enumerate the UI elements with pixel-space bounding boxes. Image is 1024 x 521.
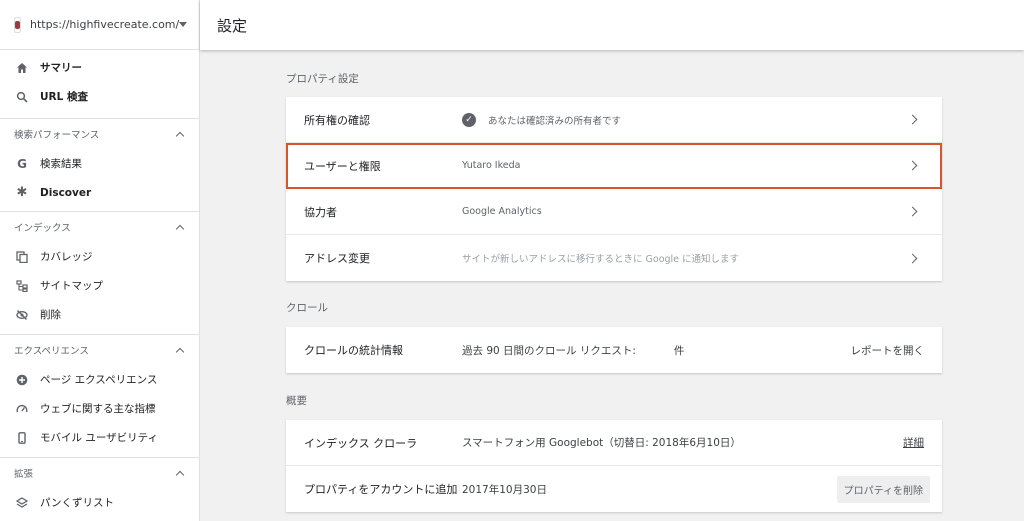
pages-icon [16, 250, 28, 263]
row-change-of-address[interactable]: アドレス変更 サイトが新しいアドレスに移行するときに Google に通知します [286, 235, 942, 281]
sidebar-item-label: ページ エクスペリエンス [40, 374, 158, 386]
row-value: Yutaro Ikeda [462, 160, 521, 171]
row-label: プロパティをアカウントに追加 [304, 483, 458, 496]
row-label: 協力者 [304, 205, 337, 219]
chevron-right-icon[interactable] [907, 160, 918, 171]
overview-card: インデックス クローラ スマートフォン用 Googlebot（切替日: 2018… [286, 420, 942, 512]
sidebar-item-label: URL 検査 [40, 91, 88, 103]
section-search-performance[interactable]: 検索パフォーマンス [0, 119, 199, 149]
remove-property-button[interactable]: プロパティを削除 [836, 475, 930, 503]
section-experience[interactable]: エクスペリエンス [0, 335, 199, 365]
row-label: 所有権の確認 [304, 113, 370, 127]
smartphone-icon [16, 431, 28, 444]
site-favicon-icon [14, 16, 21, 33]
row-label: クロールの統計情報 [304, 344, 403, 357]
row-value: スマートフォン用 Googlebot（切替日: 2018年6月10日） [462, 437, 741, 449]
sidebar-item-page-experience[interactable]: ページ エクスペリエンス [0, 365, 199, 394]
chevron-up-icon [175, 470, 185, 479]
sidebar-item-removals[interactable]: 削除 [0, 300, 199, 329]
section-title-overview: 概要 [286, 395, 307, 407]
crawl-requests-label: 過去 90 日間のクロール リクエスト: [462, 344, 636, 357]
row-value: ✓ あなたは確認済みの所有者です [462, 112, 909, 127]
sidebar-item-label: 削除 [40, 309, 61, 321]
sidebar-item-label: サイトマップ [40, 280, 103, 292]
sidebar-item-url-inspection[interactable]: URL 検査 [0, 82, 199, 111]
sidebar-item-label: Discover [40, 186, 92, 199]
row-associations[interactable]: 協力者 Google Analytics [286, 189, 942, 235]
eye-off-icon [16, 309, 28, 321]
row-value: Google Analytics [462, 206, 542, 217]
row-label: インデックス クローラ [304, 436, 418, 450]
row-value: 2017年10月30日 [462, 483, 547, 496]
check-circle-icon: ✓ [462, 112, 476, 127]
sidebar-item-summary[interactable]: サマリー [0, 53, 199, 82]
sidebar-item-label: 検索結果 [40, 158, 82, 170]
chevron-up-icon [175, 131, 185, 140]
home-icon [16, 62, 28, 74]
ownership-status: あなたは確認済みの所有者です [488, 115, 622, 127]
row-users-permissions[interactable]: ユーザーと権限 Yutaro Ikeda [286, 143, 942, 189]
layers-icon [16, 496, 28, 509]
property-url: https://highfivecreate.com/ [30, 18, 180, 31]
chevron-up-icon [175, 347, 185, 356]
row-ownership-verification[interactable]: 所有権の確認 ✓ あなたは確認済みの所有者です [286, 97, 942, 143]
section-title-crawl: クロール [286, 302, 328, 314]
row-value: サイトが新しいアドレスに移行するときに Google に通知します [462, 254, 740, 265]
asterisk-icon: ✱ [16, 185, 28, 200]
sidebar-item-discover[interactable]: ✱ Discover [0, 178, 199, 207]
row-index-crawler: インデックス クローラ スマートフォン用 Googlebot（切替日: 2018… [286, 420, 942, 466]
chevron-right-icon[interactable] [907, 206, 918, 217]
sidebar-item-search-results[interactable]: G 検索結果 [0, 149, 199, 178]
speedometer-icon [16, 403, 28, 415]
section-title-property-settings: プロパティ設定 [286, 73, 359, 85]
crawl-card: クロールの統計情報 過去 90 日間のクロール リクエスト: 件 レポートを開く [286, 327, 942, 373]
section-enhancements[interactable]: 拡張 [0, 458, 199, 488]
main-content: プロパティ設定 所有権の確認 ✓ あなたは確認済みの所有者です ユーザーと権限 … [200, 50, 1024, 521]
google-icon: G [17, 156, 27, 171]
row-label: アドレス変更 [304, 252, 370, 265]
crawl-requests-unit: 件 [673, 344, 685, 357]
property-settings-card: 所有権の確認 ✓ あなたは確認済みの所有者です ユーザーと権限 Yutaro I… [286, 97, 942, 281]
sitemap-icon [16, 279, 28, 292]
plus-circle-icon [16, 374, 28, 386]
open-report-button[interactable]: レポートを開く [851, 343, 925, 358]
sidebar: https://highfivecreate.com/ サマリー URL 検査 … [0, 0, 200, 521]
sidebar-item-coverage[interactable]: カバレッジ [0, 242, 199, 271]
property-selector[interactable]: https://highfivecreate.com/ [0, 0, 199, 50]
page-title: 設定 [217, 16, 248, 35]
section-index[interactable]: インデックス [0, 212, 199, 242]
chevron-right-icon[interactable] [907, 114, 918, 125]
sidebar-item-label: モバイル ユーザビリティ [40, 432, 158, 444]
section-title: 拡張 [14, 469, 34, 480]
sidebar-item-label: ウェブに関する主な指標 [40, 403, 156, 415]
redacted-count [635, 343, 674, 357]
row-value: 過去 90 日間のクロール リクエスト: 件 [462, 343, 851, 358]
sidebar-item-breadcrumbs[interactable]: パンくずリスト [0, 488, 199, 517]
chevron-up-icon [175, 224, 185, 233]
page-header: 設定 [200, 0, 1024, 50]
chevron-right-icon[interactable] [907, 253, 918, 263]
section-title: インデックス [14, 223, 71, 234]
row-property-added: プロパティをアカウントに追加 2017年10月30日 プロパティを削除 [286, 466, 942, 512]
section-title: エクスペリエンス [14, 346, 89, 357]
sidebar-item-label: サマリー [40, 62, 82, 74]
sidebar-item-sitemaps[interactable]: サイトマップ [0, 271, 199, 300]
sidebar-item-label: カバレッジ [40, 251, 93, 263]
caret-down-icon[interactable] [179, 22, 188, 27]
details-link[interactable]: 詳細 [903, 435, 924, 450]
sidebar-item-core-web-vitals[interactable]: ウェブに関する主な指標 [0, 394, 199, 423]
row-label: ユーザーと権限 [304, 159, 381, 173]
sidebar-item-mobile-usability[interactable]: モバイル ユーザビリティ [0, 423, 199, 452]
sidebar-item-label: パンくずリスト [40, 497, 115, 509]
row-crawl-stats[interactable]: クロールの統計情報 過去 90 日間のクロール リクエスト: 件 レポートを開く [286, 327, 942, 373]
search-icon [16, 91, 28, 103]
section-title: 検索パフォーマンス [14, 130, 100, 141]
